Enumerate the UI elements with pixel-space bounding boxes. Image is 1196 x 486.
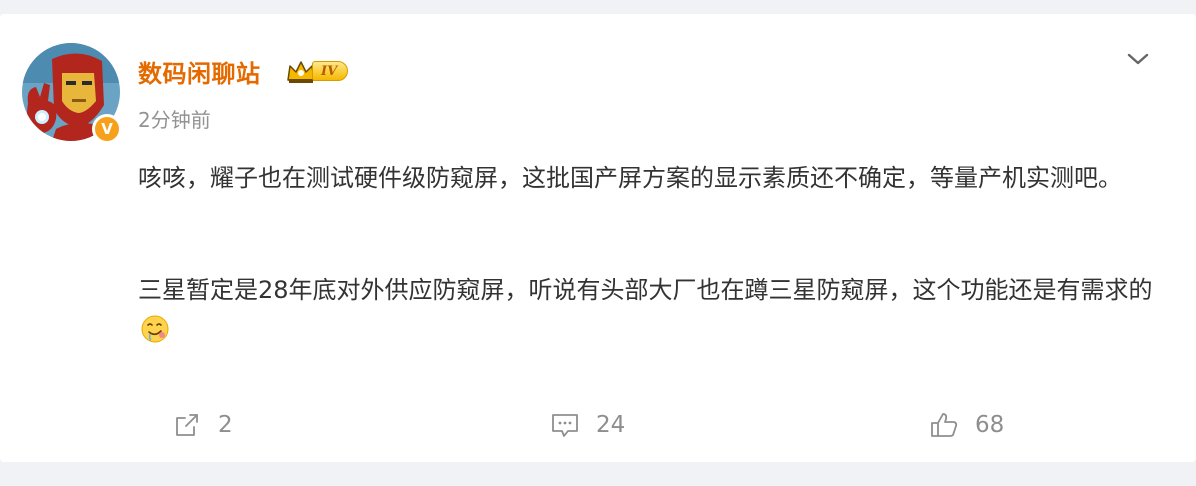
- post-paragraph-1: 咳咳，耀子也在测试硬件级防窥屏，这批国产屏方案的显示素质还不确定，等量产机实测吧…: [138, 164, 1122, 192]
- drooling-face-emoji: [141, 315, 169, 343]
- like-button[interactable]: 68: [929, 408, 1004, 442]
- post-timestamp[interactable]: 2分钟前: [138, 104, 211, 133]
- comment-button[interactable]: 24: [550, 408, 625, 442]
- repost-button[interactable]: 2: [172, 408, 233, 442]
- chevron-down-icon[interactable]: [1125, 48, 1151, 70]
- comment-icon: [552, 414, 578, 437]
- post-actions: 2 24 68: [0, 408, 1196, 442]
- repost-count: 2: [218, 412, 233, 438]
- username[interactable]: 数码闲聊站: [138, 54, 261, 89]
- level-label: IV: [312, 61, 349, 81]
- share-icon: [176, 414, 198, 436]
- member-level-badge[interactable]: IV: [286, 58, 349, 84]
- verified-badge: V: [92, 114, 122, 144]
- post-content: 咳咳，耀子也在测试硬件级防窥屏，这批国产屏方案的显示素质还不确定，等量产机实测吧…: [138, 158, 1168, 350]
- post-paragraph-2-text: 三星暂定是28年底对外供应防窥屏，听说有头部大厂也在蹲三星防窥屏，这个功能还是有…: [138, 276, 1153, 304]
- weibo-post-card: V 数码闲聊站 IV 2分钟前 咳咳，耀子也在测试硬件级防窥屏，这批国产屏方案的…: [0, 14, 1196, 462]
- post-paragraph-2: 三星暂定是28年底对外供应防窥屏，听说有头部大厂也在蹲三星防窥屏，这个功能还是有…: [138, 270, 1168, 350]
- comment-count: 24: [596, 412, 626, 438]
- like-count: 68: [975, 412, 1005, 438]
- thumbs-up-icon: [931, 413, 958, 437]
